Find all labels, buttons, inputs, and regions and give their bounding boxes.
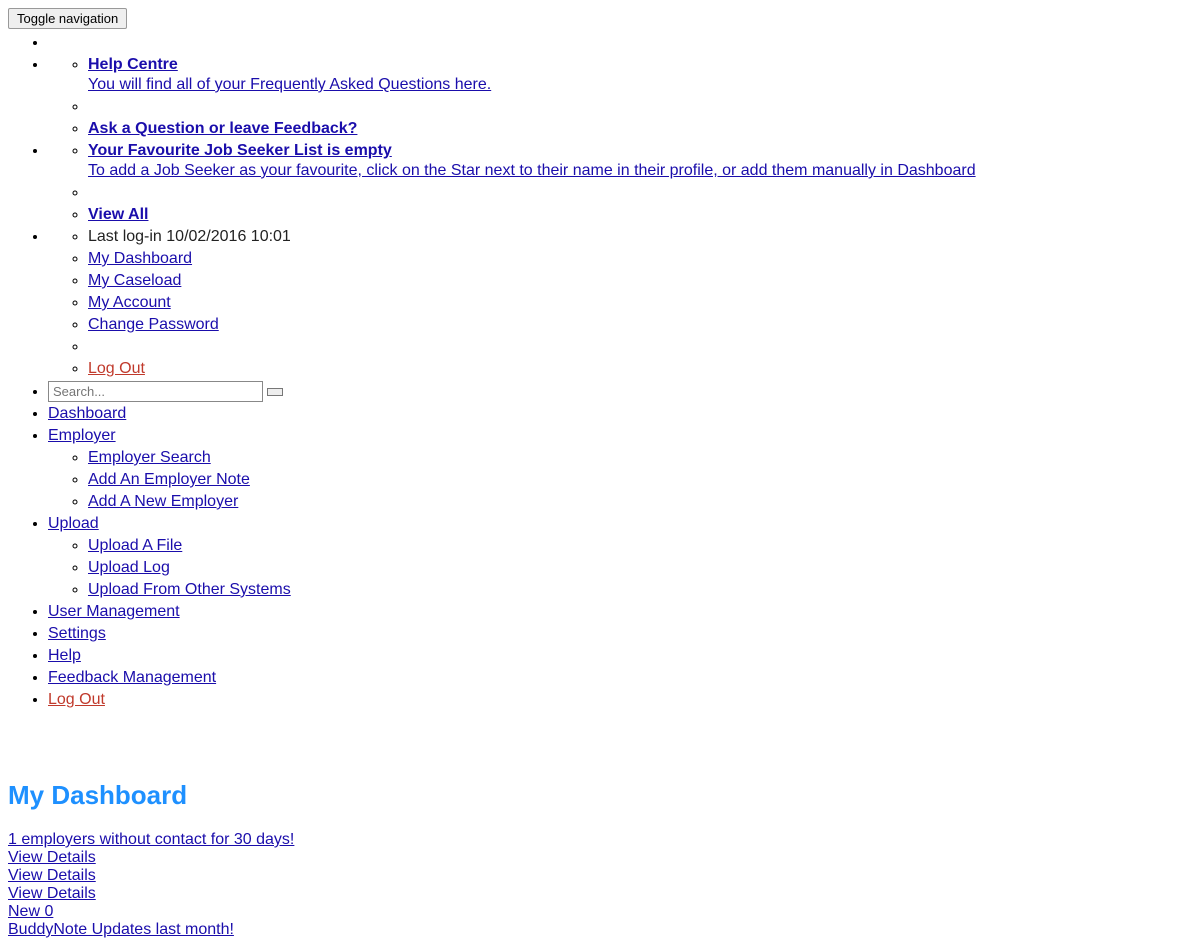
search-row [48,381,1192,402]
my-caseload-link[interactable]: My Caseload [88,272,181,289]
nav-help-link[interactable]: Help [48,647,81,664]
toggle-navigation-button[interactable]: Toggle navigation [8,8,127,29]
favourites-view-all-link[interactable]: View All [88,206,148,223]
nav-spacer [88,337,1192,357]
nav-settings-link[interactable]: Settings [48,625,106,642]
nav-employer-link[interactable]: Employer [48,427,116,444]
upload-log-link[interactable]: Upload Log [88,559,170,576]
dashboard-alerts: 1 employers without contact for 30 days!… [8,831,1192,939]
nav-dashboard-link[interactable]: Dashboard [48,405,126,422]
search-submit-button[interactable] [267,388,283,396]
my-account-link[interactable]: My Account [88,294,171,311]
help-centre-link[interactable]: Help Centre [88,56,178,73]
my-dashboard-link[interactable]: My Dashboard [88,250,192,267]
last-login-text: Last log-in 10/02/2016 10:01 [88,228,291,245]
page-title: My Dashboard [8,780,1192,811]
nav-spacer [48,33,1192,53]
nav-spacer [88,97,1192,117]
nav-help-group: Help Centre You will find all of your Fr… [48,55,1192,139]
employers-no-contact-link[interactable]: 1 employers without contact for 30 days! [8,831,294,848]
help-centre-subtitle-link[interactable]: You will find all of your Frequently Ask… [88,76,491,93]
upload-file-link[interactable]: Upload A File [88,537,182,554]
new-label: New [8,903,44,920]
nav-account-group: Last log-in 10/02/2016 10:01 My Dashboar… [48,227,1192,379]
view-details-link-2[interactable]: View Details [8,867,96,884]
favourites-empty-subtitle-link[interactable]: To add a Job Seeker as your favourite, c… [88,162,976,179]
nav-feedback-management-link[interactable]: Feedback Management [48,669,216,686]
new-count: 0 [44,903,53,920]
add-employer-note-link[interactable]: Add An Employer Note [88,471,250,488]
new-count-link[interactable]: New 0 [8,903,53,920]
search-input[interactable] [48,381,263,402]
change-password-link[interactable]: Change Password [88,316,219,333]
employer-search-link[interactable]: Employer Search [88,449,211,466]
top-nav-list: Help Centre You will find all of your Fr… [8,33,1192,710]
view-details-link-3[interactable]: View Details [8,885,96,902]
favourites-empty-title-link[interactable]: Your Favourite Job Seeker List is empty [88,142,392,159]
upload-other-systems-link[interactable]: Upload From Other Systems [88,581,291,598]
buddynote-updates-link[interactable]: BuddyNote Updates last month! [8,921,234,938]
log-out-link-top[interactable]: Log Out [88,360,145,377]
nav-user-management-link[interactable]: User Management [48,603,180,620]
nav-favourites-group: Your Favourite Job Seeker List is empty … [48,141,1192,225]
nav-upload-link[interactable]: Upload [48,515,99,532]
nav-upload-group: Upload Upload A File Upload Log Upload F… [48,514,1192,600]
add-new-employer-link[interactable]: Add A New Employer [88,493,238,510]
log-out-link-main[interactable]: Log Out [48,691,105,708]
view-details-link-1[interactable]: View Details [8,849,96,866]
nav-spacer [88,183,1192,203]
ask-question-link[interactable]: Ask a Question or leave Feedback? [88,120,357,137]
nav-employer-group: Employer Employer Search Add An Employer… [48,426,1192,512]
